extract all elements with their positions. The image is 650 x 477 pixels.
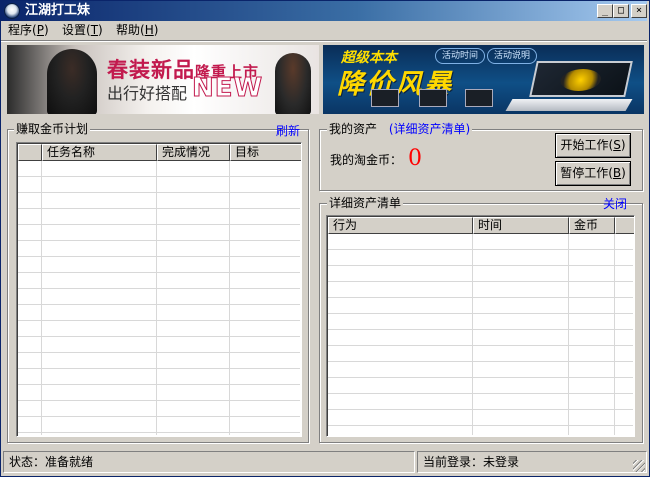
- column-header-time[interactable]: 时间: [473, 217, 569, 234]
- task-list[interactable]: 任务名称 完成情况 目标: [16, 142, 302, 437]
- column-header-filler: [615, 217, 634, 234]
- laptop-image-large: [529, 61, 633, 97]
- status-text: 状态：准备就绪: [3, 451, 415, 473]
- column-header-progress[interactable]: 完成情况: [157, 144, 230, 161]
- ad-fashion-new-tag: NEW: [191, 73, 264, 104]
- asset-detail-title: 详细资产清单: [327, 196, 404, 210]
- menu-settings-key: T: [90, 23, 99, 37]
- earn-plan-title: 赚取金币计划: [14, 122, 91, 136]
- coins-value: 0: [408, 146, 422, 171]
- menu-help-label: 帮助: [116, 23, 141, 37]
- model-photo-2: [275, 53, 311, 114]
- column-divider: [156, 161, 157, 435]
- menu-program-label: 程序: [8, 23, 33, 37]
- my-assets-title: 我的资产 (详细资产清单): [327, 122, 473, 136]
- asset-detail-rows: [328, 234, 633, 435]
- column-divider: [614, 234, 615, 435]
- start-work-button[interactable]: 开始工作(S): [555, 133, 631, 158]
- start-work-key: S: [613, 138, 621, 152]
- app-logo-icon: [4, 3, 20, 19]
- minimize-button[interactable]: _: [597, 4, 613, 18]
- login-status: 当前登录：未登录: [417, 451, 647, 473]
- pause-work-key: B: [612, 166, 622, 180]
- ad-laptop-pill: 活动时间: [435, 48, 486, 64]
- coins-label: 我的淘金币：: [330, 153, 403, 167]
- window-title: 江湖打工妹: [25, 3, 91, 18]
- column-divider: [568, 234, 569, 435]
- column-header-target[interactable]: 目标: [230, 144, 301, 161]
- column-header-action[interactable]: 行为: [328, 217, 473, 234]
- close-button[interactable]: ×: [631, 4, 647, 18]
- ad-laptop-pill: 活动说明: [487, 48, 538, 64]
- column-header-task-name[interactable]: 任务名称: [42, 144, 157, 161]
- menu-help-key: H: [144, 23, 154, 37]
- menu-settings[interactable]: 设置(T): [62, 23, 103, 38]
- menu-settings-label: 设置: [62, 23, 87, 37]
- menu-separator: [1, 40, 647, 42]
- ad-banner-fashion[interactable]: 春装新品隆重上市 出行好搭配 NEW: [7, 45, 319, 114]
- task-list-header: 任务名称 完成情况 目标: [18, 144, 301, 161]
- menu-help[interactable]: 帮助(H): [116, 23, 158, 38]
- laptop-screen: [558, 69, 604, 91]
- my-assets-label: 我的资产: [329, 122, 378, 136]
- column-header-coins[interactable]: 金币: [569, 217, 615, 234]
- menu-bar: 程序(P) 设置(T) 帮助(H): [1, 21, 647, 40]
- column-header-index[interactable]: [18, 144, 42, 161]
- column-divider: [229, 161, 230, 435]
- maximize-button[interactable]: □: [613, 4, 629, 18]
- model-photo: [47, 49, 97, 114]
- task-list-rows: [18, 161, 300, 435]
- column-divider: [41, 161, 42, 435]
- resize-grip-icon[interactable]: [633, 460, 645, 472]
- asset-details-link[interactable]: (详细资产清单): [389, 122, 470, 136]
- laptop-image: [371, 89, 399, 107]
- column-divider: [472, 234, 473, 435]
- pause-work-button[interactable]: 暂停工作(B): [555, 161, 631, 186]
- asset-detail-list[interactable]: 行为 时间 金币: [326, 215, 635, 437]
- asset-detail-header: 行为 时间 金币: [328, 217, 634, 234]
- laptop-image: [465, 89, 493, 107]
- ad-fashion-sub: 出行好搭配: [107, 84, 188, 103]
- laptop-base: [505, 99, 633, 111]
- menu-program[interactable]: 程序(P): [8, 23, 49, 38]
- laptop-image: [419, 89, 447, 107]
- title-bar[interactable]: 江湖打工妹 _ □ ×: [1, 1, 647, 21]
- refresh-link[interactable]: 刷新: [276, 124, 300, 138]
- start-work-label: 开始工作: [560, 138, 609, 152]
- menu-program-key: P: [36, 23, 44, 37]
- close-detail-link[interactable]: 关闭: [603, 197, 627, 211]
- pause-work-label: 暂停工作: [560, 166, 609, 180]
- ad-banner-laptop[interactable]: 超级本本 降价风暴 活动时间 活动说明: [323, 45, 644, 114]
